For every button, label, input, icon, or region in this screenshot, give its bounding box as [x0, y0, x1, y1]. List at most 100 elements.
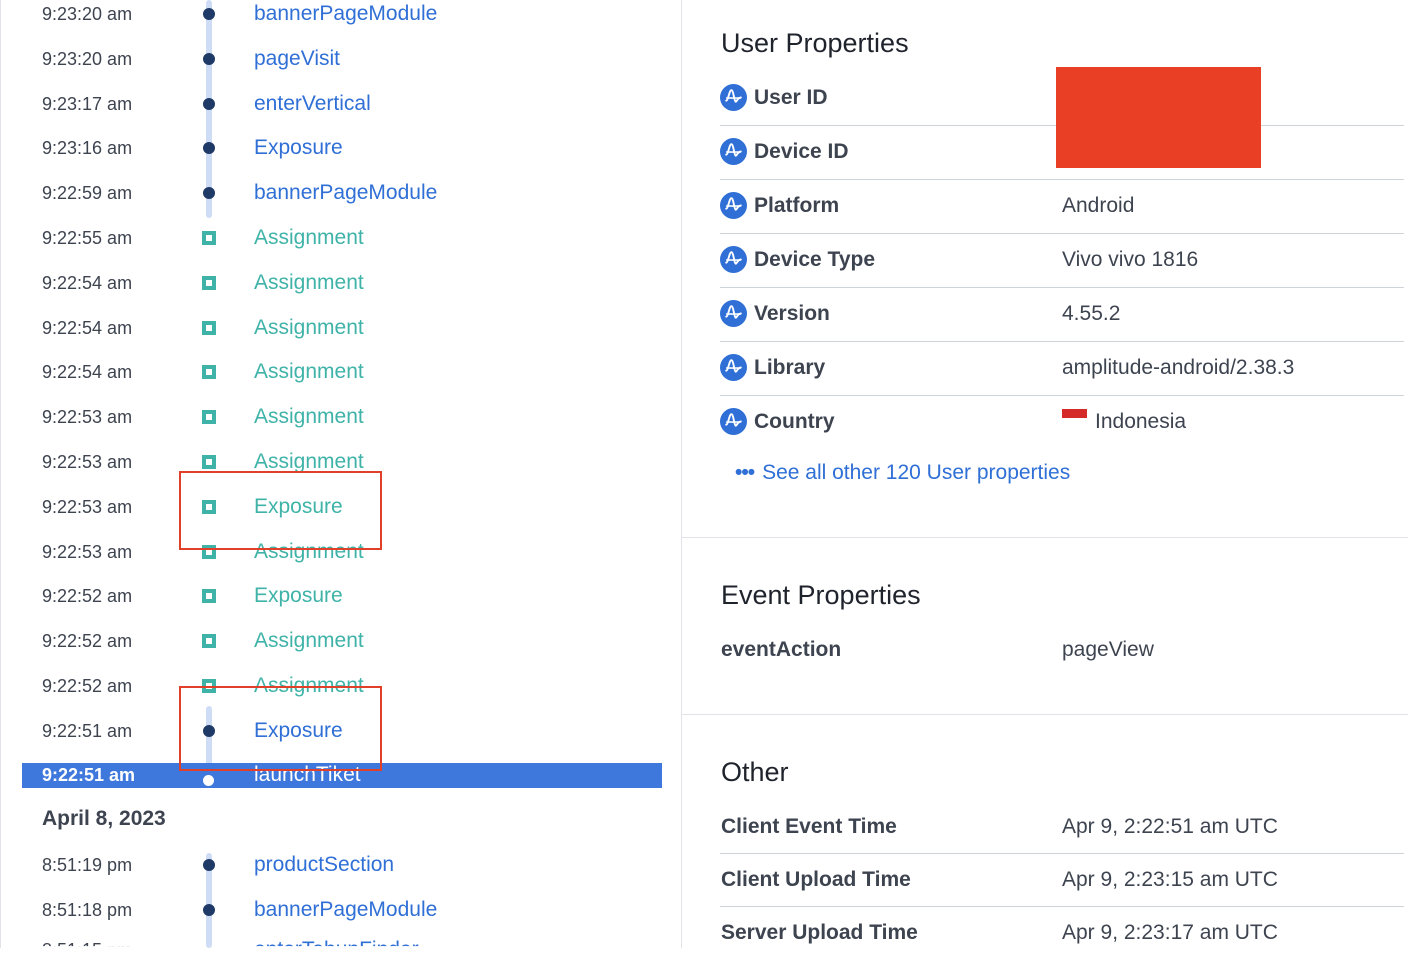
user-property-value: amplitude-android/2.38.3	[1062, 356, 1295, 379]
timeline-row[interactable]: 8:51:18 pm bannerPageModule	[22, 898, 662, 922]
event-dot-icon	[203, 142, 215, 155]
event-time: 9:23:17 am	[42, 93, 133, 114]
event-name[interactable]: bannerPageModule	[254, 181, 437, 205]
event-time: 9:22:52 am	[42, 586, 133, 607]
event-property-label: eventAction	[721, 638, 842, 661]
experiment-marker-icon	[202, 365, 216, 380]
amplitude-icon	[720, 138, 747, 165]
experiment-marker-icon	[202, 275, 216, 290]
event-time: 9:22:52 am	[42, 676, 133, 696]
event-dot-icon	[203, 774, 214, 786]
event-name[interactable]: enterVertical	[254, 92, 371, 116]
timeline-row[interactable]: 9:22:54 am Assignment	[22, 360, 662, 384]
timeline-row[interactable]: 9:22:59 am bannerPageModule	[22, 181, 662, 205]
amplitude-icon	[720, 300, 747, 327]
other-property-row: Client Upload Time Apr 9, 2:23:15 am UTC	[720, 854, 1404, 907]
event-time: 9:22:53 am	[42, 541, 133, 562]
event-dot-icon	[203, 8, 215, 20]
user-property-value: Indonesia	[1062, 395, 1186, 449]
experiment-marker-icon	[202, 455, 216, 469]
event-name[interactable]: pageVisit	[254, 47, 340, 71]
timeline-row[interactable]: 9:23:17 am enterVertical	[22, 92, 662, 116]
user-property-row: Library amplitude-android/2.38.3	[720, 341, 1404, 396]
event-properties-title: Event Properties	[721, 580, 921, 610]
timeline-row[interactable]: 9:22:55 am Assignment	[22, 226, 662, 250]
timeline-row[interactable]: 9:22:54 am Assignment	[22, 316, 662, 340]
timeline-row[interactable]: 9:22:53 am Assignment	[22, 405, 662, 429]
event-time: 9:22:53 am	[42, 407, 133, 428]
event-time: 8:51:18 pm	[42, 899, 133, 920]
user-property-value: 4.55.2	[1062, 302, 1121, 325]
event-time: 9:22:54 am	[42, 272, 133, 293]
user-properties-title: User Properties	[721, 28, 909, 58]
more-dots-icon: •••	[735, 461, 755, 484]
timeline-row[interactable]: 9:22:52 am Exposure	[22, 584, 662, 608]
other-property-label: Client Upload Time	[721, 868, 911, 891]
other-property-label: Client Event Time	[721, 815, 897, 838]
event-name[interactable]: bannerPageModule	[254, 2, 437, 26]
event-time: 9:22:54 am	[42, 362, 133, 383]
event-time: 8:51:19 pm	[42, 855, 133, 875]
event-dot-icon	[203, 859, 215, 871]
event-name[interactable]: Exposure	[254, 584, 343, 608]
event-dot-icon	[203, 187, 215, 200]
event-time: 9:22:55 am	[42, 228, 133, 248]
timeline-row[interactable]: 9:23:20 am pageVisit	[22, 47, 662, 71]
amplitude-icon	[720, 354, 747, 381]
experiment-marker-icon	[202, 410, 216, 425]
other-property-value: Apr 9, 2:23:15 am UTC	[1062, 868, 1278, 891]
experiment-marker-icon	[202, 634, 216, 649]
experiment-marker-icon	[202, 231, 216, 245]
amplitude-icon	[720, 408, 747, 435]
annotation-box	[179, 471, 382, 550]
user-property-label: Library	[754, 356, 826, 379]
timeline-row[interactable]: 9:22:52 am Assignment	[22, 629, 662, 653]
event-dot-icon	[203, 52, 215, 65]
timeline-row[interactable]: 9:22:54 am Assignment	[22, 271, 662, 295]
event-name[interactable]: Assignment	[254, 405, 364, 429]
redaction-block	[1056, 67, 1261, 168]
event-dot-icon	[203, 97, 215, 110]
event-time: 9:23:20 am	[42, 4, 133, 24]
event-time: 9:22:53 am	[42, 452, 133, 472]
user-property-label: Version	[754, 302, 830, 325]
user-property-label: Device ID	[754, 140, 849, 163]
other-property-label: Server Upload Time	[721, 921, 918, 944]
event-dot-icon	[203, 903, 215, 916]
timeline-row-partial[interactable]: 8:51:15 pm enterTabunFinder	[22, 934, 662, 958]
amplitude-icon	[720, 246, 747, 273]
event-name[interactable]: Assignment	[254, 629, 364, 653]
event-time: 9:22:51 am	[42, 764, 136, 785]
event-name[interactable]: productSection	[254, 853, 394, 877]
event-name[interactable]: Assignment	[254, 271, 364, 295]
event-property-value: pageView	[1062, 638, 1154, 661]
event-time: 9:22:52 am	[42, 631, 133, 652]
amplitude-icon	[720, 84, 747, 111]
event-time: 9:23:20 am	[42, 48, 133, 69]
event-name[interactable]: bannerPageModule	[254, 898, 437, 922]
timeline-row[interactable]: 9:23:16 am Exposure	[22, 136, 662, 160]
section-divider	[682, 537, 1408, 538]
event-name[interactable]: Assignment	[254, 226, 364, 250]
section-divider	[682, 714, 1408, 715]
user-property-row: Platform Android	[720, 179, 1404, 234]
panel-divider	[681, 0, 682, 948]
event-name[interactable]: Exposure	[254, 136, 343, 160]
other-property-value: Apr 9, 2:23:17 am UTC	[1062, 921, 1278, 944]
user-property-row: Version 4.55.2	[720, 287, 1404, 342]
experiment-marker-icon	[202, 589, 216, 604]
annotation-box	[179, 686, 382, 771]
event-name[interactable]: Assignment	[254, 360, 364, 384]
event-name[interactable]: Assignment	[254, 316, 364, 340]
user-property-label: User ID	[754, 86, 828, 109]
amplitude-icon	[720, 192, 747, 219]
other-property-row: Server Upload Time Apr 9, 2:23:17 am UTC	[720, 907, 1404, 959]
timeline-row[interactable]: 9:23:20 am bannerPageModule	[22, 2, 662, 26]
event-time: 9:22:53 am	[42, 496, 133, 517]
user-property-row: Device Type Vivo vivo 1816	[720, 233, 1404, 288]
event-time: 9:22:59 am	[42, 183, 133, 204]
user-property-value: Android	[1062, 194, 1135, 217]
timeline-row[interactable]: 8:51:19 pm productSection	[22, 853, 662, 877]
see-all-user-properties-link[interactable]: ••• See all other 120 User properties	[735, 461, 1070, 485]
user-property-value: Vivo vivo 1816	[1062, 248, 1199, 271]
